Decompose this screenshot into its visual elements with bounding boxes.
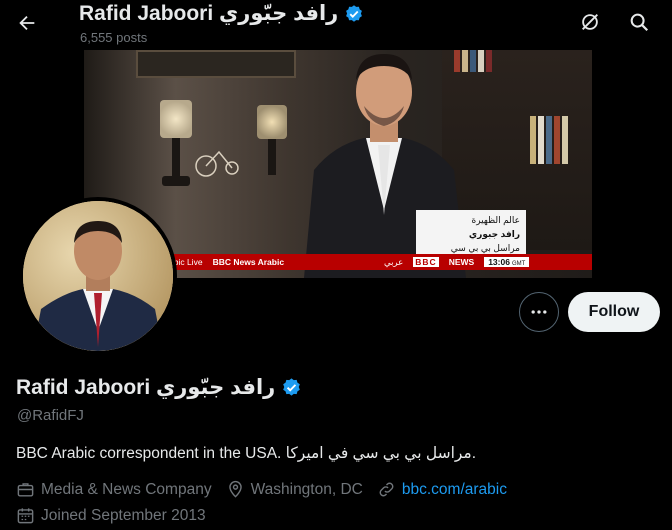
back-button[interactable] bbox=[10, 6, 44, 40]
bicycle-ornament bbox=[195, 150, 239, 177]
profile-joined-row: Joined September 2013 bbox=[16, 506, 206, 525]
ticker-bbc-logo: BBC bbox=[413, 257, 439, 267]
more-options-button[interactable] bbox=[519, 292, 559, 332]
more-icon bbox=[531, 310, 547, 314]
lamp-left bbox=[156, 100, 196, 190]
calendar-icon bbox=[17, 508, 34, 524]
meta-location-label: Washington, DC bbox=[250, 480, 363, 498]
grok-button[interactable] bbox=[576, 8, 604, 36]
lower-third-line: عالم الظهيرة bbox=[471, 215, 520, 225]
meta-category: Media & News Company bbox=[16, 480, 212, 499]
profile-meta-row: Media & News Company Washington, DC bbc.… bbox=[16, 480, 507, 499]
wall-picture bbox=[136, 50, 296, 78]
meta-category-label: Media & News Company bbox=[41, 480, 212, 498]
grok-icon bbox=[582, 14, 598, 30]
search-icon bbox=[630, 13, 649, 32]
lower-third-line: رافد جبوري bbox=[468, 229, 520, 239]
profile-bio: BBC Arabic correspondent in the USA. مرا… bbox=[16, 445, 477, 462]
follow-button[interactable]: Follow bbox=[568, 292, 660, 332]
ticker-gmt: GMT bbox=[511, 261, 526, 267]
avatar-photo bbox=[23, 201, 173, 351]
lower-third-line: مراسل بي بي سي bbox=[450, 243, 520, 253]
ticker-arabic: عربي bbox=[384, 256, 404, 267]
meta-joined: Joined September 2013 bbox=[16, 506, 206, 525]
avatar[interactable] bbox=[19, 197, 177, 355]
briefcase-icon bbox=[17, 483, 34, 497]
posts-count: 6,555 posts bbox=[80, 30, 148, 45]
back-arrow-icon bbox=[19, 15, 35, 31]
link-icon bbox=[379, 482, 394, 497]
profile-display-name: Rafid Jaboori رافد جبّوري bbox=[16, 375, 302, 400]
location-pin-icon bbox=[228, 480, 242, 498]
search-button[interactable] bbox=[625, 8, 653, 36]
meta-website[interactable]: bbc.com/arabic bbox=[377, 480, 507, 499]
verified-badge-icon[interactable] bbox=[281, 377, 302, 398]
header-display-name: Rafid Jaboori رافد جبّوري bbox=[79, 1, 364, 26]
profile-header-bar: Rafid Jaboori رافد جبّوري 6,555 posts bbox=[0, 0, 672, 50]
ticker-channel: BBC News Arabic bbox=[212, 257, 285, 267]
ticker-news: NEWS bbox=[448, 257, 475, 267]
verified-badge-icon bbox=[346, 4, 363, 22]
ticker-time: 13:06 GMT bbox=[484, 257, 530, 267]
meta-location: Washington, DC bbox=[226, 480, 363, 499]
profile-handle: @RafidFJ bbox=[17, 407, 84, 424]
ticker-time-value: 13:06 bbox=[488, 257, 510, 267]
lower-third-caption: عالم الظهيرة رافد جبوري مراسل بي بي سي bbox=[416, 210, 526, 260]
website-link[interactable]: bbc.com/arabic bbox=[402, 481, 507, 499]
lamp-right bbox=[254, 105, 290, 185]
meta-joined-label: Joined September 2013 bbox=[41, 506, 206, 524]
